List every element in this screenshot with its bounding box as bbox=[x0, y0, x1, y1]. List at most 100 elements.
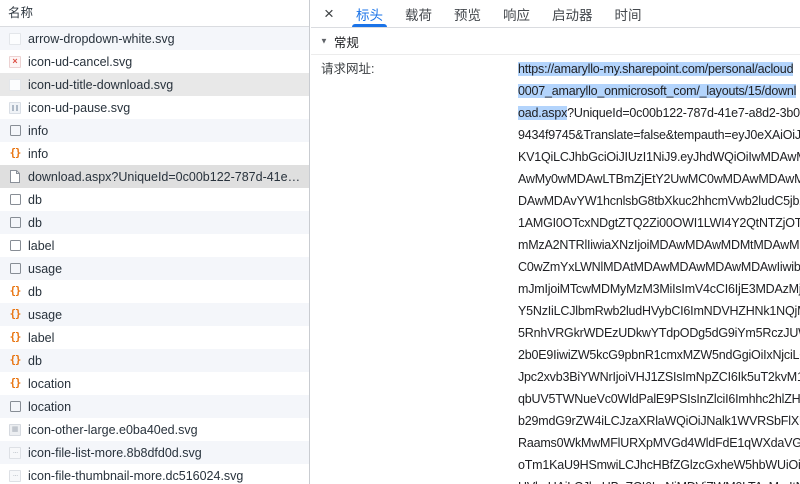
request-name: arrow-dropdown-white.svg bbox=[28, 32, 175, 46]
name-column-header[interactable]: 名称 bbox=[0, 0, 309, 27]
close-details-button[interactable]: × bbox=[313, 0, 345, 27]
square-icon bbox=[8, 239, 22, 253]
braces-icon: {} bbox=[8, 308, 22, 322]
braces-icon: {} bbox=[8, 354, 22, 368]
tab-response[interactable]: 响应 bbox=[496, 0, 537, 27]
request-name: icon-file-list-more.8b8dfd0d.svg bbox=[28, 446, 202, 460]
image-icon bbox=[8, 32, 22, 46]
network-request-row[interactable]: location bbox=[0, 395, 309, 418]
url-line: 5RnhVRGkrWDEzUDkwYTdpODg5dG9iYm5RczJUWlh bbox=[518, 322, 800, 344]
general-section-label: 常规 bbox=[334, 32, 359, 51]
request-url-label: 请求网址: bbox=[311, 58, 518, 484]
network-request-row[interactable]: arrow-dropdown-white.svg bbox=[0, 27, 309, 50]
request-details-panel: × 标头载荷预览响应启动器时间 ▼ 常规 请求网址: https://amary… bbox=[311, 0, 800, 484]
network-request-row[interactable]: {} info bbox=[0, 142, 309, 165]
url-line: HVhcHAiLCJhcHBpZCI6ImNiMDViZWM0LTAxMmItN bbox=[518, 476, 800, 484]
request-name: info bbox=[28, 147, 48, 161]
network-request-row[interactable]: {} label bbox=[0, 326, 309, 349]
request-name: icon-ud-title-download.svg bbox=[28, 78, 173, 92]
request-url-value[interactable]: https://amaryllo-my.sharepoint.com/perso… bbox=[518, 58, 800, 484]
tab-payload[interactable]: 载荷 bbox=[398, 0, 439, 27]
request-name: usage bbox=[28, 308, 62, 322]
url-line: C0wZmYxLWNlMDAtMDAwMDAwMDAwMDAwIiwib bbox=[518, 256, 800, 278]
request-name: info bbox=[28, 124, 48, 138]
url-line: oad.aspx?UniqueId=0c00b122-787d-41e7-a8d… bbox=[518, 102, 800, 124]
braces-icon: {} bbox=[8, 147, 22, 161]
disclosure-triangle-icon: ▼ bbox=[320, 36, 328, 45]
network-request-row[interactable]: × icon-ud-cancel.svg bbox=[0, 50, 309, 73]
url-line: oTm1KaU9HSmwiLCJhcHBfZGlzcGxheW5hbWUiOiJ… bbox=[518, 454, 800, 476]
network-request-row[interactable]: icon-ud-pause.svg bbox=[0, 96, 309, 119]
network-request-row[interactable]: db bbox=[0, 211, 309, 234]
braces-icon: {} bbox=[8, 377, 22, 391]
network-request-row[interactable]: usage bbox=[0, 257, 309, 280]
tab-preview[interactable]: 预览 bbox=[447, 0, 488, 27]
image-icon bbox=[8, 78, 22, 92]
network-request-row[interactable]: label bbox=[0, 234, 309, 257]
request-name: db bbox=[28, 216, 42, 230]
url-line: 1AMGI0OTcxNDgtZTQ2Zi00OWI1LWI4Y2QtNTZjOT… bbox=[518, 212, 800, 234]
network-request-row[interactable]: db bbox=[0, 188, 309, 211]
url-line: KV1QiLCJhbGciOiJIUzI1NiJ9.eyJhdWQiOiIwMD… bbox=[518, 146, 800, 168]
url-line: AwMy0wMDAwLTBmZjEtY2UwMC0wMDAwMDAwM bbox=[518, 168, 800, 190]
image-fill-icon: ▦ bbox=[8, 423, 22, 437]
request-name: db bbox=[28, 285, 42, 299]
request-name: label bbox=[28, 331, 54, 345]
square-icon bbox=[8, 262, 22, 276]
request-name: icon-ud-pause.svg bbox=[28, 101, 130, 115]
request-name: download.aspx?UniqueId=0c00b122-787d-41e… bbox=[28, 170, 300, 184]
network-request-row[interactable]: {} db bbox=[0, 280, 309, 303]
network-request-row[interactable]: ··· icon-file-thumbnail-more.dc516024.svg bbox=[0, 464, 309, 484]
request-name: db bbox=[28, 193, 42, 207]
url-line: 2b0E9IiwiZW5kcG9pbnR1cmxMZW5ndGgiOiIxNjc… bbox=[518, 344, 800, 366]
url-line: qbUV5TWNueVc0WldPalE9PSIsInZlciI6Imhhc2h… bbox=[518, 388, 800, 410]
network-request-row[interactable]: ▦ icon-other-large.e0ba40ed.svg bbox=[0, 418, 309, 441]
url-line: https://amaryllo-my.sharepoint.com/perso… bbox=[518, 58, 800, 80]
tab-initiator[interactable]: 启动器 bbox=[545, 0, 600, 27]
network-rows-container: arrow-dropdown-white.svg × icon-ud-cancel.… bbox=[0, 27, 309, 484]
square-icon bbox=[8, 193, 22, 207]
network-request-row[interactable]: ··· icon-file-list-more.8b8dfd0d.svg bbox=[0, 441, 309, 464]
tab-headers[interactable]: 标头 bbox=[349, 0, 390, 27]
network-request-row[interactable]: download.aspx?UniqueId=0c00b122-787d-41e… bbox=[0, 165, 309, 188]
general-section-toggle[interactable]: ▼ 常规 bbox=[311, 28, 800, 55]
network-request-row[interactable]: icon-ud-title-download.svg bbox=[0, 73, 309, 96]
request-url-row: 请求网址: https://amaryllo-my.sharepoint.com… bbox=[311, 55, 800, 484]
doc-icon bbox=[8, 170, 22, 184]
request-name: label bbox=[28, 239, 54, 253]
url-line: DAwMDAvYW1hcnlsbG8tbXkuc2hhcmVwb2ludC5jb… bbox=[518, 190, 800, 212]
url-line: mJmIjoiMTcwMDMyMzM3MiIsImV4cCI6IjE3MDAzM… bbox=[518, 278, 800, 300]
url-line: Y5NzIiLCJlbmRwb2ludHVybCI6ImNDVHZHNk1NQj… bbox=[518, 300, 800, 322]
tab-timing[interactable]: 时间 bbox=[608, 0, 649, 27]
details-tab-bar: × 标头载荷预览响应启动器时间 bbox=[311, 0, 800, 28]
request-name: icon-file-thumbnail-more.dc516024.svg bbox=[28, 469, 243, 483]
request-name: location bbox=[28, 400, 71, 414]
url-line: Raams0WkMwMFlURXpMVGd4WldFdE1qWXdaVGR bbox=[518, 432, 800, 454]
url-selected-text: https://amaryllo-my.sharepoint.com/perso… bbox=[518, 62, 793, 76]
network-request-row[interactable]: {} location bbox=[0, 372, 309, 395]
tabs-container: 标头载荷预览响应启动器时间 bbox=[345, 0, 653, 27]
url-line: 9434f9745&Translate=false&tempauth=eyJ0e… bbox=[518, 124, 800, 146]
square-icon bbox=[8, 216, 22, 230]
image-dots-icon: ··· bbox=[8, 469, 22, 483]
url-selected-text: 0007_amaryllo_onmicrosoft_com/_layouts/1… bbox=[518, 84, 796, 98]
cancel-icon: × bbox=[8, 55, 22, 69]
square-icon bbox=[8, 400, 22, 414]
pause-icon bbox=[8, 101, 22, 115]
braces-icon: {} bbox=[8, 285, 22, 299]
network-request-row[interactable]: {} usage bbox=[0, 303, 309, 326]
request-name: location bbox=[28, 377, 71, 391]
request-name: usage bbox=[28, 262, 62, 276]
url-line: Jpc2xvb3BiYWNrIjoiVHJ1ZSIsImNpZCI6Ik5uT2… bbox=[518, 366, 800, 388]
network-request-row[interactable]: {} db bbox=[0, 349, 309, 372]
url-line: mMzA2NTRlIiwiaXNzIjoiMDAwMDAwMDMtMDAwM bbox=[518, 234, 800, 256]
request-name: icon-other-large.e0ba40ed.svg bbox=[28, 423, 198, 437]
url-line: b29mdG9rZW4iLCJzaXRlaWQiOiJNalk1WVRSbFlX… bbox=[518, 410, 800, 432]
request-name: db bbox=[28, 354, 42, 368]
request-name: icon-ud-cancel.svg bbox=[28, 55, 132, 69]
url-line: 0007_amaryllo_onmicrosoft_com/_layouts/1… bbox=[518, 80, 800, 102]
square-icon bbox=[8, 124, 22, 138]
network-request-row[interactable]: info bbox=[0, 119, 309, 142]
braces-icon: {} bbox=[8, 331, 22, 345]
image-dots-icon: ··· bbox=[8, 446, 22, 460]
